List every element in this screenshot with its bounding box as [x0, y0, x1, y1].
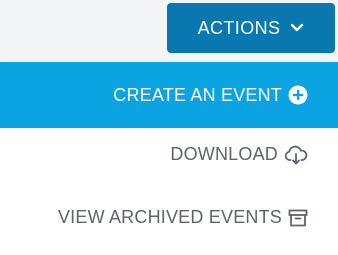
cloud-download-icon: [284, 145, 308, 165]
actions-dropdown-button[interactable]: ACTIONS: [167, 3, 335, 53]
plus-circle-icon: [288, 85, 308, 105]
actions-menu: CREATE AN EVENT DOWNLOAD VIEW ARCHIVED E…: [0, 62, 338, 255]
menu-item-label: VIEW ARCHIVED EVENTS: [57, 207, 282, 227]
menu-item-download[interactable]: DOWNLOAD: [170, 144, 308, 165]
chevron-down-icon: [290, 23, 304, 33]
menu-item-view-archived-events[interactable]: VIEW ARCHIVED EVENTS: [58, 207, 308, 228]
menu-item-create-event[interactable]: CREATE AN EVENT: [0, 62, 338, 128]
page: ACTIONS CREATE AN EVENT DOWNLOAD VIEW AR…: [0, 0, 338, 255]
menu-item-label: DOWNLOAD: [170, 144, 278, 164]
menu-item-label: CREATE AN EVENT: [113, 84, 282, 105]
archive-icon: [288, 209, 308, 227]
actions-button-label: ACTIONS: [197, 17, 281, 38]
